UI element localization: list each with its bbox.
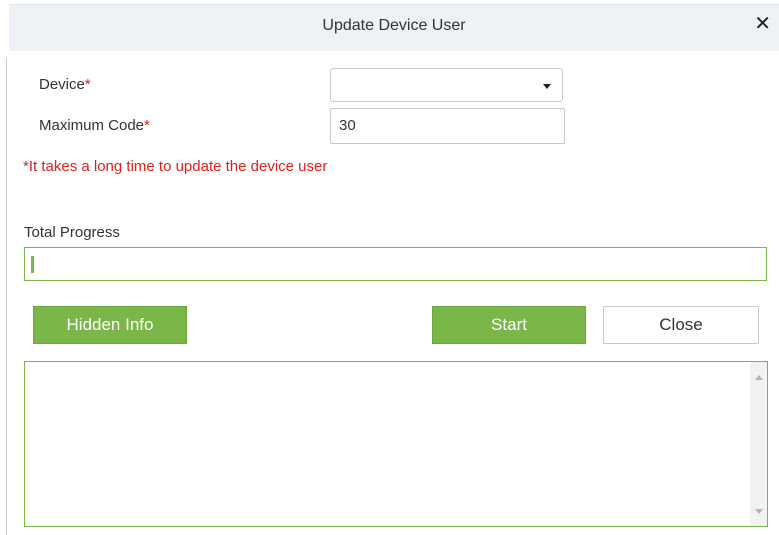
required-asterisk: *	[144, 117, 150, 134]
hidden-info-button[interactable]: Hidden Info	[33, 306, 187, 344]
warning-text: *It takes a long time to update the devi…	[23, 158, 328, 175]
progress-fill	[31, 256, 34, 273]
required-asterisk: *	[84, 76, 91, 93]
dialog-left-border	[6, 58, 7, 535]
scroll-up-icon[interactable]	[755, 375, 763, 380]
maximum-code-label: Maximum Code*	[39, 117, 150, 134]
close-icon[interactable]: ✕	[754, 13, 771, 35]
total-progress-bar	[24, 247, 767, 281]
device-label: Device*	[39, 76, 91, 93]
device-select[interactable]	[330, 68, 563, 102]
dialog-titlebar: Update Device User ✕	[9, 4, 779, 51]
chevron-down-icon	[543, 84, 551, 89]
scroll-down-icon[interactable]	[755, 509, 763, 514]
close-button[interactable]: Close	[603, 306, 759, 344]
dialog-title: Update Device User	[322, 17, 466, 34]
scrollbar[interactable]	[750, 362, 767, 526]
update-device-user-dialog: Update Device User ✕ Device* Maximum Cod…	[0, 0, 779, 535]
device-label-text: Device	[39, 76, 85, 93]
start-button[interactable]: Start	[432, 306, 586, 344]
maximum-code-label-text: Maximum Code	[39, 117, 145, 134]
maximum-code-input[interactable]: 30	[330, 108, 565, 144]
total-progress-label: Total Progress	[24, 224, 120, 241]
info-log-area[interactable]	[24, 361, 768, 527]
